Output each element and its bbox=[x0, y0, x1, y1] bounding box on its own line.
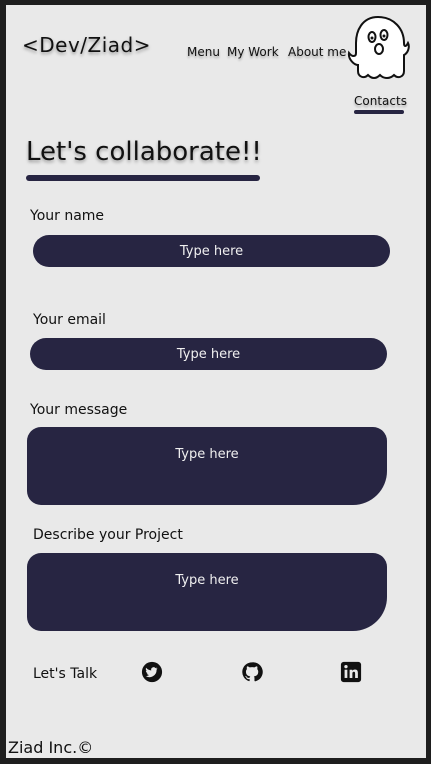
linkedin-icon[interactable] bbox=[340, 661, 362, 683]
name-input-placeholder: Type here bbox=[179, 243, 244, 259]
nav-link-menu[interactable]: Menu bbox=[187, 45, 220, 59]
page-title: Let's collaborate!! bbox=[26, 137, 262, 167]
project-label: Describe your Project bbox=[33, 527, 183, 543]
name-label: Your name bbox=[30, 208, 105, 224]
github-icon[interactable] bbox=[241, 661, 263, 683]
site-logo[interactable]: <Dev/Ziad> bbox=[22, 33, 151, 57]
footer-copyright: Ziad Inc.© bbox=[8, 738, 94, 757]
project-textarea[interactable]: Type here bbox=[27, 553, 387, 631]
nav-link-about-me[interactable]: About me bbox=[288, 45, 346, 59]
project-textarea-placeholder: Type here bbox=[175, 573, 239, 588]
name-input[interactable]: Type here bbox=[33, 235, 390, 267]
twitter-icon[interactable] bbox=[141, 661, 163, 683]
title-underline bbox=[26, 175, 260, 181]
lets-talk-label: Let's Talk bbox=[33, 666, 98, 682]
email-input[interactable]: Type here bbox=[30, 338, 387, 370]
nav-link-my-work[interactable]: My Work bbox=[227, 45, 279, 59]
nav-link-contacts[interactable]: Contacts bbox=[354, 94, 407, 108]
active-nav-indicator bbox=[354, 110, 404, 114]
email-input-placeholder: Type here bbox=[176, 346, 241, 362]
email-label: Your email bbox=[33, 312, 106, 328]
message-label: Your message bbox=[30, 402, 128, 418]
message-textarea-placeholder: Type here bbox=[175, 447, 239, 462]
ghost-icon bbox=[347, 15, 410, 79]
message-textarea[interactable]: Type here bbox=[27, 427, 387, 505]
page: <Dev/Ziad> Menu My Work About me Contact… bbox=[6, 5, 426, 758]
